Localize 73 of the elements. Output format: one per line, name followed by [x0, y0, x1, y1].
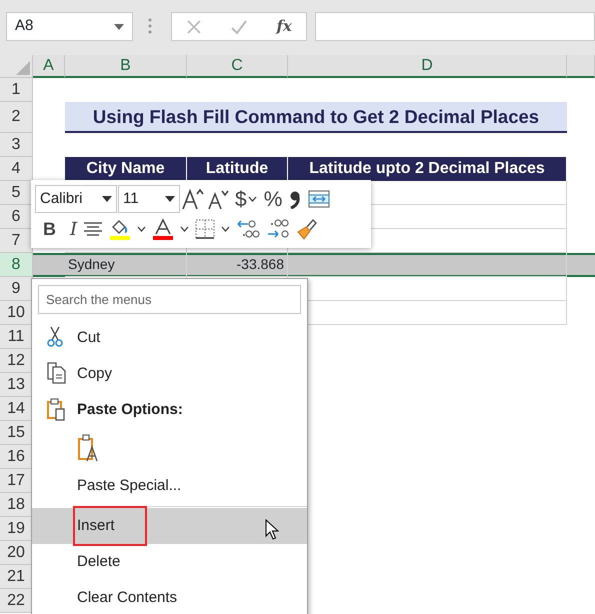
decrease-decimal-icon[interactable]: [266, 218, 290, 240]
grow-font-icon[interactable]: [181, 187, 205, 211]
row-header[interactable]: 22: [0, 589, 33, 613]
title-cell: Using Flash Fill Command to Get 2 Decimal Places: [65, 102, 567, 133]
row-header[interactable]: 11: [0, 325, 33, 349]
fill-color-icon[interactable]: [109, 218, 132, 240]
search-field[interactable]: Search the menus: [38, 285, 301, 314]
formula-field[interactable]: [315, 12, 595, 41]
row-header[interactable]: 17: [0, 469, 33, 493]
header-cell: Latitude: [187, 157, 288, 181]
row-header[interactable]: 15: [0, 421, 33, 445]
row-header[interactable]: 2: [0, 102, 33, 133]
table-cell: -33.868: [187, 253, 288, 277]
table-cell: Sydney: [65, 253, 187, 277]
align-center-icon[interactable]: [83, 221, 104, 237]
menu-item[interactable]: Insert: [32, 508, 307, 544]
scissors-icon: [46, 326, 64, 348]
menu-item[interactable]: Paste Special...: [32, 468, 307, 504]
menu-item[interactable]: Copy: [32, 356, 307, 392]
column-header[interactable]: C: [187, 55, 288, 78]
bold-button[interactable]: B: [43, 216, 56, 242]
clipboard-icon: [46, 398, 66, 422]
row-header[interactable]: 18: [0, 493, 33, 517]
row-header[interactable]: 5: [0, 181, 33, 205]
copy-icon: [46, 362, 68, 384]
row-header[interactable]: 3: [0, 133, 33, 157]
row-header[interactable]: 19: [0, 517, 33, 541]
currency-button[interactable]: $: [235, 188, 247, 210]
row-header[interactable]: 21: [0, 565, 33, 589]
font-size-dropdown[interactable]: 11: [118, 185, 180, 213]
header-cell: Latitude upto 2 Decimal Places: [288, 157, 567, 181]
row-header[interactable]: 14: [0, 397, 33, 421]
wrap-text-icon[interactable]: [308, 190, 330, 208]
comma-style-icon[interactable]: [289, 189, 302, 209]
percent-button[interactable]: %: [264, 188, 282, 210]
row-header[interactable]: 8: [0, 253, 33, 277]
caret-icon[interactable]: [137, 226, 146, 232]
row-header[interactable]: 12: [0, 349, 33, 373]
format-painter-icon[interactable]: [296, 218, 318, 240]
caret-icon[interactable]: [165, 196, 175, 202]
menu-item[interactable]: Cut: [32, 320, 307, 356]
column-header[interactable]: B: [65, 55, 187, 78]
menu-heading: Paste Options:: [32, 392, 307, 428]
row-header[interactable]: 4: [0, 157, 33, 181]
name-box[interactable]: A8: [6, 12, 133, 41]
caret-icon[interactable]: [114, 24, 124, 30]
font-dropdown[interactable]: Calibri: [35, 185, 117, 213]
borders-icon[interactable]: [195, 219, 216, 239]
menu-item[interactable]: Delete: [32, 544, 307, 580]
column-header[interactable]: [567, 55, 595, 78]
italic-button[interactable]: I: [70, 216, 78, 242]
font-color-icon[interactable]: [152, 218, 174, 240]
row-header[interactable]: 20: [0, 541, 33, 565]
caret-icon[interactable]: [248, 196, 257, 202]
row-header[interactable]: 10: [0, 301, 33, 325]
increase-decimal-icon[interactable]: [236, 218, 260, 240]
row-header[interactable]: 9: [0, 277, 33, 301]
caret-icon[interactable]: [102, 196, 112, 202]
row-header[interactable]: 7: [0, 229, 33, 253]
menu-item[interactable]: Clear Contents: [32, 580, 307, 614]
row-header[interactable]: 1: [0, 78, 33, 102]
pointer-icon: [265, 519, 279, 540]
row-header[interactable]: 13: [0, 373, 33, 397]
row-header[interactable]: 6: [0, 205, 33, 229]
header-cell: City Name: [65, 157, 187, 181]
grip-icon: [148, 17, 152, 35]
insert-function-button[interactable]: fx: [276, 15, 292, 38]
caret-icon[interactable]: [180, 226, 190, 232]
check-icon[interactable]: [230, 18, 248, 34]
caret-icon[interactable]: [221, 226, 230, 232]
row-header[interactable]: 16: [0, 445, 33, 469]
column-header[interactable]: A: [33, 55, 65, 78]
column-header[interactable]: D: [288, 55, 567, 78]
